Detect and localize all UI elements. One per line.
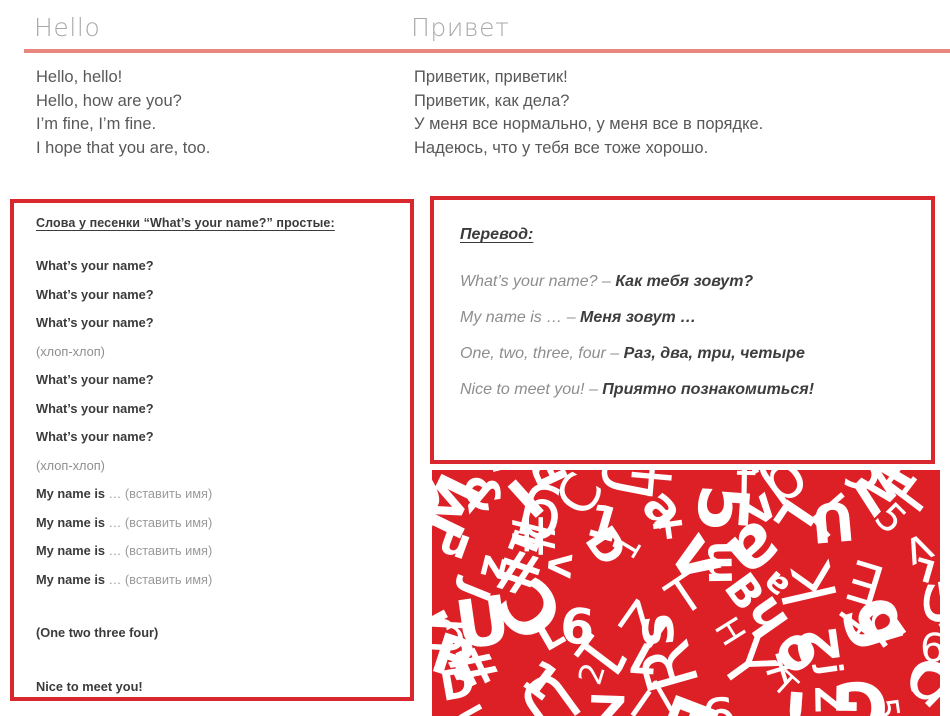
translation-target-text: Меня зовут … bbox=[580, 309, 697, 326]
column-title-russian: Привет bbox=[411, 13, 510, 42]
song-lyric-phrase: My name is bbox=[36, 543, 109, 558]
song-lyric-hint: … (вставить имя) bbox=[108, 486, 213, 501]
intro-line-english: Hello, how are you? bbox=[36, 91, 182, 110]
translation-box: Перевод: What’s your name? – Как тебя зо… bbox=[430, 196, 935, 464]
song-lyric-line: My name is … (вставить имя) bbox=[36, 480, 394, 509]
translation-source-text: One, two, three, four – bbox=[460, 345, 624, 362]
translation-line: One, two, three, four – Раз, два, три, ч… bbox=[460, 336, 911, 372]
intro-line-english: I hope that you are, too. bbox=[36, 138, 211, 157]
intro-line-russian: Приветик, приветик! bbox=[414, 68, 568, 86]
song-lyric-line: What’s your name? bbox=[36, 429, 154, 444]
translation-line: Nice to meet you! – Приятно познакомитьс… bbox=[460, 372, 911, 408]
song-lyrics-box: Слова у песенки “What’s your name?” прос… bbox=[10, 199, 414, 701]
intro-line-russian: Приветик, как дела? bbox=[414, 91, 570, 110]
song-lyric-line: My name is … (вставить имя) bbox=[36, 537, 394, 566]
song-lyric-line: What’s your name? bbox=[36, 286, 154, 302]
intro-line-english: I’m fine, I’m fine. bbox=[36, 115, 157, 133]
intro-lyrics-russian: Приветик, приветик! Приветик, как дела? У … bbox=[414, 66, 934, 160]
song-lyric-hint: … (вставить имя) bbox=[108, 514, 213, 530]
song-lyrics-content: Слова у песенки “What’s your name?” прос… bbox=[14, 203, 410, 701]
svg-text:Z: Z bbox=[587, 682, 627, 716]
song-lyric-line: My name is … (вставить имя) bbox=[36, 509, 394, 538]
intro-line-english: Hello, hello! bbox=[36, 68, 123, 86]
song-lyrics-heading: Слова у песенки “What’s your name?” прос… bbox=[36, 216, 335, 230]
song-lyric-hint: … (вставить имя) bbox=[108, 571, 213, 587]
song-lyric-line: What’s your name? bbox=[36, 315, 154, 330]
song-lyric-line: What’s your name? bbox=[36, 400, 154, 416]
translation-heading: Перевод: bbox=[460, 226, 534, 243]
translation-target-text: Как тебя зовут? bbox=[615, 273, 754, 290]
song-lyric-line: What’s your name? bbox=[36, 258, 154, 273]
song-lyric-phrase: My name is bbox=[36, 571, 109, 587]
intro-line-russian: Надеюсь, что у тебя все тоже хорошо. bbox=[414, 138, 709, 157]
svg-text:Z: Z bbox=[806, 686, 849, 713]
translation-target-text: Приятно познакомиться! bbox=[602, 381, 815, 398]
song-lyric-line: (хлоп-хлоп) bbox=[36, 457, 105, 473]
translation-target-text: Раз, два, три, четыре bbox=[623, 345, 805, 362]
song-lyric-line: What’s your name? bbox=[36, 372, 154, 387]
translation-list: What’s your name? – Как тебя зовут? My na… bbox=[460, 264, 911, 408]
intro-lyrics-english: Hello, hello! Hello, how are you? I’m fine… bbox=[36, 66, 406, 160]
song-lyrics-list: What’s your name? What’s your name? What’s… bbox=[36, 252, 394, 701]
song-lyric-hint: … (вставить имя) bbox=[108, 543, 213, 558]
svg-text:!: ! bbox=[777, 678, 812, 716]
translation-source-text: Nice to meet you! – bbox=[460, 381, 603, 398]
header-divider-rule bbox=[24, 49, 950, 53]
song-lyric-phrase: My name is bbox=[36, 486, 109, 501]
red-letters-collage-image: Qc!PUsgEgvW8va&IgC+5fLU3F14M1#1a+avL5vz!… bbox=[432, 470, 940, 716]
column-title-english: Hello bbox=[34, 13, 101, 42]
song-lyric-phrase: My name is bbox=[36, 514, 109, 530]
song-lyric-line: My name is … (вставить имя) bbox=[36, 566, 394, 595]
translation-line: My name is … – Меня зовут … bbox=[460, 300, 911, 336]
song-lyric-line: (хлоп-хлоп) bbox=[36, 343, 105, 359]
translation-line: What’s your name? – Как тебя зовут? bbox=[460, 264, 911, 300]
translation-source-text: What’s your name? – bbox=[460, 273, 616, 290]
song-lyric-line: Nice to meet you! bbox=[36, 678, 143, 694]
page-header: Hello Привет bbox=[0, 0, 950, 53]
intro-line-russian: У меня все нормально, у меня все в поряд… bbox=[414, 115, 764, 133]
translation-source-text: My name is … – bbox=[460, 309, 581, 326]
translation-content: Перевод: What’s your name? – Как тебя зо… bbox=[434, 200, 931, 408]
song-lyric-line: (One two three four) bbox=[36, 625, 159, 640]
